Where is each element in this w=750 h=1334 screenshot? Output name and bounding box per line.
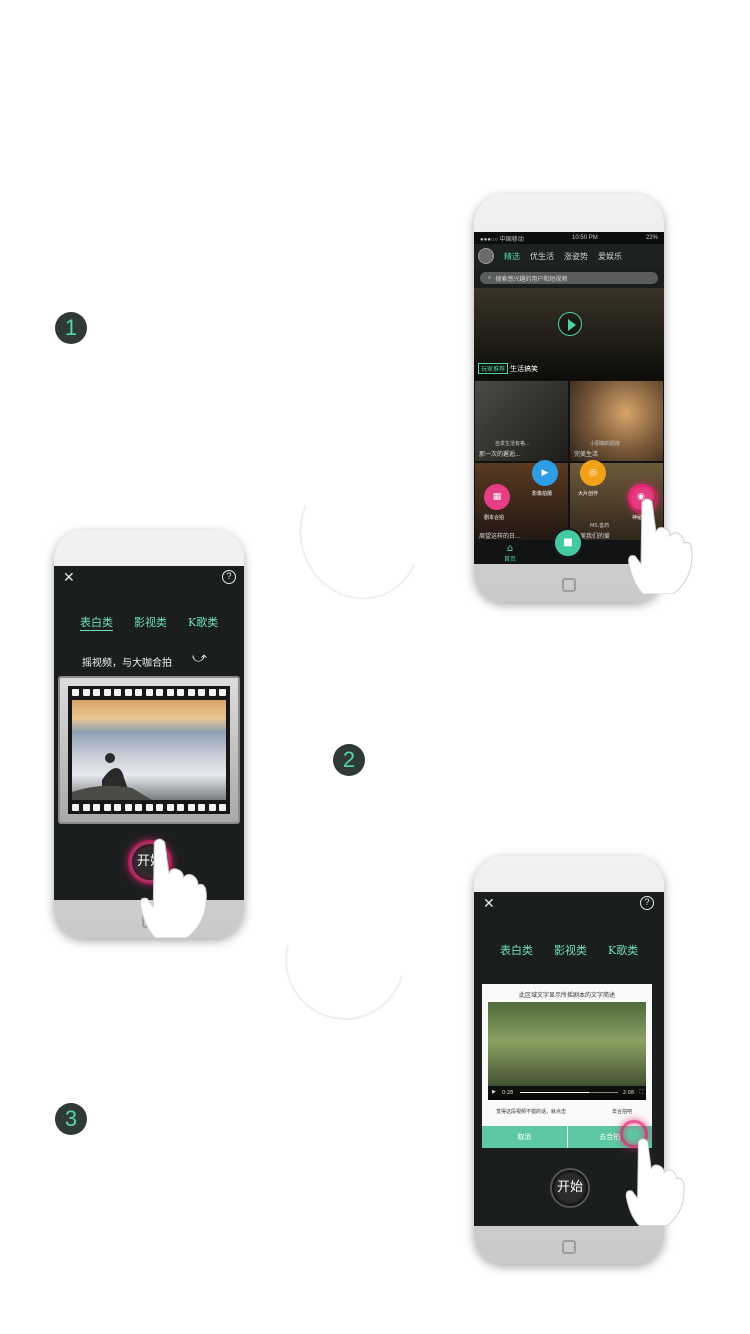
pointing-hand-icon (139, 838, 207, 938)
arrow-icon: ⤻ (192, 650, 207, 666)
fab-label: 剧本合拍 (484, 515, 505, 521)
pointing-hand-icon (625, 1138, 685, 1226)
help-icon[interactable]: ? (640, 896, 654, 910)
home-icon: ⌂ (506, 543, 514, 554)
status-bar: ●●●○○ 中国移动 10:50 PM 22% (474, 232, 664, 244)
fullscreen-icon[interactable]: ⛶ (639, 1089, 643, 1095)
card-user: 自发生活有格... (495, 441, 530, 447)
video-player[interactable]: ▶ 0:28 2:08 ⛶ (488, 1002, 646, 1100)
card-caption: 周望这样的日... (479, 533, 521, 540)
video-record-fab[interactable]: ▶ (532, 460, 558, 486)
home-button[interactable] (562, 1240, 576, 1254)
progress-bar[interactable] (520, 1092, 618, 1093)
card-caption: 那一次的邂逅... (479, 451, 521, 458)
category-confession[interactable]: 表白类 (500, 942, 533, 958)
script-collab-fab[interactable]: ▦ (484, 484, 510, 510)
home-button[interactable] (562, 578, 576, 592)
tab-zhangzishi[interactable]: 涨姿势 (564, 251, 588, 262)
time-elapsed: 0:28 (502, 1090, 514, 1096)
video-card[interactable]: 自发生活有格... 那一次的邂逅... (474, 380, 569, 462)
swirl-decoration (263, 878, 427, 1042)
hero-video[interactable]: 玩家推荐 生活搞笑 (474, 288, 664, 380)
category-karaoke[interactable]: K歌类 (608, 942, 638, 958)
shake-hint: 摇视频，与大咖合拍 (82, 658, 172, 669)
tab-youshenghuo[interactable]: 优生活 (530, 251, 554, 262)
phone-mockup-feed: ●●●○○ 中国移动 10:50 PM 22% 精选 优生活 涨姿势 爱娱乐 ⌕… (474, 194, 693, 602)
fab-label: 大片创作 (578, 491, 599, 497)
card-user: MS.善药 (590, 523, 610, 529)
hero-tag: 玩家推荐 (478, 363, 509, 374)
status-battery: 22% (645, 235, 658, 241)
search-icon: ⌕ (488, 274, 492, 281)
category-film[interactable]: 影视类 (554, 942, 587, 958)
start-button[interactable]: 开始 (550, 1168, 590, 1208)
step-marker-1: 1 (55, 312, 87, 344)
home-tab[interactable]: ⌂ 首页 (504, 543, 516, 563)
film-frame (58, 676, 240, 824)
close-icon[interactable]: ✕ (63, 571, 75, 585)
camera-fab[interactable]: ■ (553, 528, 583, 558)
play-icon[interactable]: ▶ (492, 1089, 496, 1095)
close-icon[interactable]: ✕ (483, 897, 495, 911)
status-carrier: ●●●○○ 中国移动 (480, 236, 524, 243)
hero-caption: 生活搞笑 (510, 365, 538, 373)
preview-photo[interactable] (72, 700, 226, 800)
dialog-hint: 觉得这段视频不错的话，就点击 (496, 1109, 567, 1115)
step-marker-2: 2 (333, 744, 365, 776)
swirl-decoration (281, 453, 439, 617)
phone-mockup-dialog: ✕ ? 表白类 影视类 K歌类 此区域文字显示所摇剧本的文字简述 ▶ 0:28 … (474, 856, 685, 1264)
tab-jingxuan[interactable]: 精选 (504, 251, 520, 262)
tutorial-canvas: 1 2 3 ●●●○○ 中国移动 10:50 PM 22% 精选 优生活 涨姿势… (0, 0, 750, 1334)
video-controls: ▶ 0:28 2:08 ⛶ (488, 1086, 646, 1100)
fab-label: 影像拍摄 (532, 491, 553, 497)
film-strip (68, 686, 230, 814)
movie-create-fab[interactable]: ◎ (580, 460, 606, 486)
cancel-button[interactable]: 取消 (482, 1126, 567, 1148)
film-perforations (72, 689, 226, 696)
home-label: 首页 (504, 556, 517, 563)
person-silhouette-icon (72, 753, 152, 800)
pointing-hand-icon (628, 498, 693, 594)
tab-aiyule[interactable]: 爱娱乐 (598, 251, 622, 262)
play-icon[interactable] (558, 312, 582, 336)
avatar[interactable] (478, 248, 494, 264)
top-nav: 精选 优生活 涨姿势 爱娱乐 (474, 244, 664, 268)
video-grid-row: 自发生活有格... 那一次的邂逅... 小厨娘的厨房 完美生活 (474, 380, 664, 462)
dialog-title: 此区域文字显示所摇剧本的文字简述 (518, 992, 615, 999)
dialog-hint-tail: 去合拍吧 (612, 1109, 633, 1115)
card-caption: 完美生活 (574, 451, 599, 458)
status-time: 10:50 PM (572, 235, 598, 241)
video-card[interactable]: 小厨娘的厨房 完美生活 (569, 380, 664, 462)
phone-mockup-chalkboard: ✕ ? 表白类 影视类 K歌类 摇视频，与大咖合拍 ⤻ 开始 (54, 530, 244, 938)
film-perforations (72, 804, 226, 811)
category-karaoke[interactable]: K歌类 (188, 614, 218, 630)
search-placeholder: 搜索感兴趣的用户和短视频 (495, 275, 568, 283)
category-confession[interactable]: 表白类 (80, 614, 113, 631)
card-user: 小厨娘的厨房 (590, 441, 621, 447)
time-total: 2:08 (622, 1090, 634, 1096)
step-marker-3: 3 (55, 1103, 87, 1135)
category-film[interactable]: 影视类 (134, 614, 167, 630)
help-icon[interactable]: ? (222, 570, 236, 584)
search-input[interactable]: ⌕ 搜索感兴趣的用户和短视频 (480, 272, 658, 284)
